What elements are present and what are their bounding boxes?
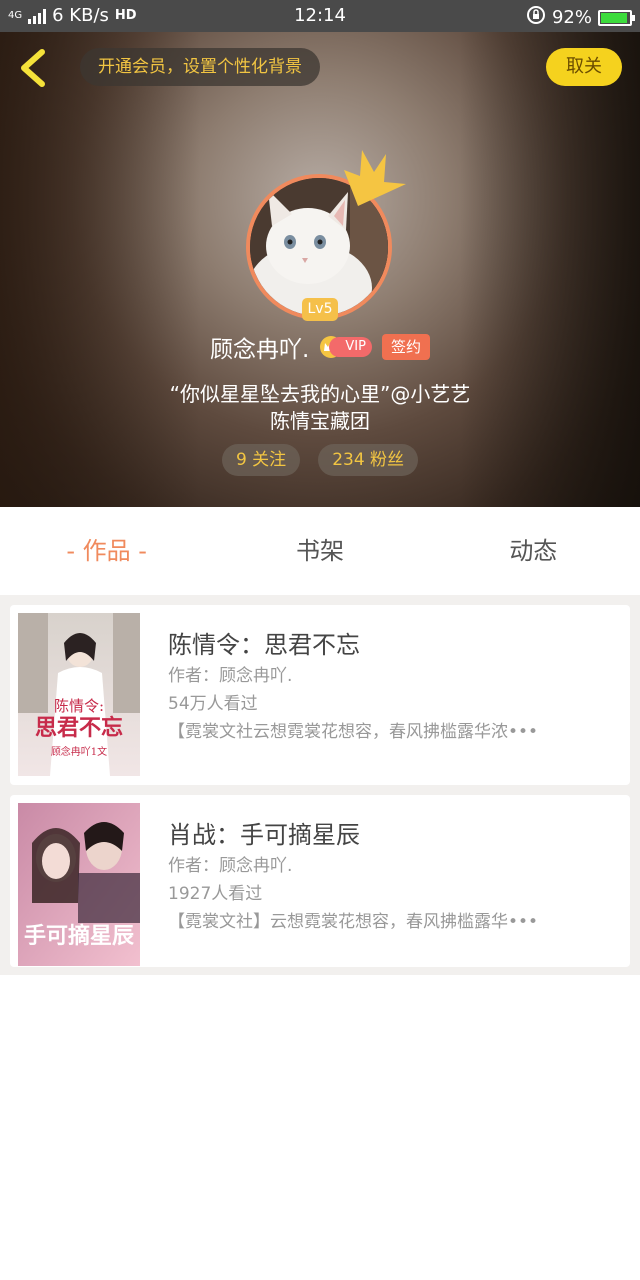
battery-icon	[598, 9, 635, 26]
vip-label: VIP	[329, 337, 372, 357]
nickname: 顾念冉吖.	[210, 337, 310, 363]
book-cover[interactable]: 陈情令: 思君不忘 顾念冉吖1文	[18, 613, 140, 776]
rotation-lock-icon	[526, 5, 546, 30]
back-button[interactable]	[14, 46, 54, 90]
svg-text:手可摘星辰: 手可摘星辰	[24, 923, 134, 949]
level-badge: Lv5	[302, 298, 338, 321]
followers-count[interactable]: 234 粉丝	[318, 444, 419, 476]
work-title[interactable]: 陈情令：思君不忘	[168, 625, 360, 660]
cover-title-1: 陈情令:	[54, 697, 104, 715]
vip-badge[interactable]: VIP	[319, 335, 372, 359]
work-views: 1927人看过	[168, 884, 263, 904]
empty-area	[0, 975, 640, 1280]
svg-text:顾念冉吖1文: 顾念冉吖1文	[51, 745, 107, 758]
work-author: 作者：顾念冉吖.	[168, 666, 293, 686]
profile-motto: “你似星星坠去我的心里”@小艺艺	[169, 382, 471, 406]
list-item[interactable]: 手可摘星辰 肖战：手可摘星辰 作者：顾念冉吖. 1927人看过 【霓裳文社】云想…	[10, 795, 630, 967]
profile-header: 开通会员，设置个性化背景 取关 Lv5 顾念冉吖. VIP 签约 “你似星星坠去…	[0, 32, 640, 507]
back-arrow-icon	[21, 49, 45, 87]
battery-percent: 92%	[551, 7, 592, 28]
crown-icon	[344, 150, 406, 206]
signed-badge: 签约	[381, 334, 430, 360]
book-cover-image: 陈情令: 思君不忘 顾念冉吖1文	[18, 613, 140, 776]
profile-group: 陈情宝藏团	[270, 409, 370, 433]
book-cover-image: 手可摘星辰	[18, 803, 140, 966]
work-desc: 【霓裳文社】云想霓裳花想容，春风拂槛露华•••	[168, 912, 539, 932]
list-item[interactable]: 陈情令: 思君不忘 顾念冉吖1文 陈情令：思君不忘 作者：顾念冉吖. 54万人看…	[10, 605, 630, 785]
profile-stats: 9 关注 234 粉丝	[0, 444, 640, 476]
work-views: 54万人看过	[168, 694, 258, 714]
book-cover[interactable]: 手可摘星辰	[18, 803, 140, 966]
work-title[interactable]: 肖战：手可摘星辰	[168, 815, 360, 850]
work-desc: 【霓裳文社云想霓裳花想容，春风拂槛露华浓•••	[168, 722, 539, 742]
status-right: 92%	[526, 5, 635, 30]
tab-activity[interactable]: 动态	[427, 507, 640, 595]
status-bar: 4G 6 KB/s HD 12:14 92%	[0, 0, 640, 32]
profile-tabs: - 作品 - 书架 动态	[0, 507, 640, 595]
unfollow-button[interactable]: 取关	[546, 48, 622, 86]
work-author: 作者：顾念冉吖.	[168, 856, 293, 876]
tab-bookshelf[interactable]: 书架	[213, 507, 426, 595]
vip-background-hint[interactable]: 开通会员，设置个性化背景	[80, 48, 320, 86]
following-count[interactable]: 9 关注	[221, 444, 301, 476]
works-list: 陈情令: 思君不忘 顾念冉吖1文 陈情令：思君不忘 作者：顾念冉吖. 54万人看…	[0, 605, 640, 975]
tab-works[interactable]: - 作品 -	[0, 507, 213, 595]
svg-text:思君不忘: 思君不忘	[35, 715, 123, 741]
name-row: 顾念冉吖. VIP 签约	[0, 330, 640, 364]
